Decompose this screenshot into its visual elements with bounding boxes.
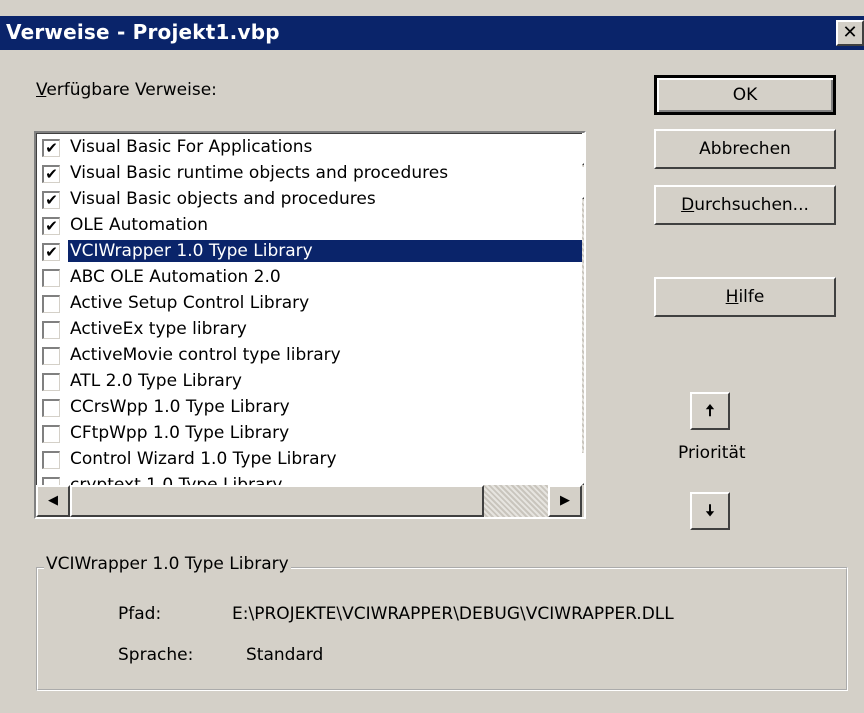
references-listbox[interactable]: ✔ Visual Basic For Applications ✔ Visual Ba… bbox=[34, 131, 586, 519]
help-button[interactable]: Hilfe bbox=[654, 277, 836, 317]
triangle-right-icon: ▶ bbox=[560, 493, 570, 508]
close-button[interactable]: ✕ bbox=[836, 20, 864, 46]
reference-item-label: Active Setup Control Library bbox=[70, 293, 310, 313]
vertical-scroll-thumb[interactable] bbox=[582, 167, 584, 199]
scroll-down-button[interactable]: ▼ bbox=[582, 453, 584, 485]
reference-item[interactable]: ✔ Visual Basic objects and procedures bbox=[40, 187, 580, 213]
title-bar[interactable]: Verweise - Projekt1.vbp ✕ bbox=[0, 16, 864, 50]
checkbox-checked[interactable]: ✔ bbox=[42, 243, 60, 261]
scroll-left-button[interactable]: ◀ bbox=[36, 485, 70, 517]
reference-item[interactable]: Active Setup Control Library bbox=[40, 291, 580, 317]
cancel-label: Abbrechen bbox=[699, 139, 791, 159]
reference-item-label: Visual Basic For Applications bbox=[70, 137, 313, 157]
references-dialog: Verweise - Projekt1.vbp ✕ Verfügbare Ver… bbox=[0, 0, 864, 713]
checkbox-unchecked[interactable] bbox=[42, 373, 60, 391]
reference-item-label: ActiveMovie control type library bbox=[70, 345, 341, 365]
reference-item-label: CFtpWpp 1.0 Type Library bbox=[70, 423, 290, 443]
checkbox-unchecked[interactable] bbox=[42, 269, 60, 287]
checkbox-checked[interactable]: ✔ bbox=[42, 191, 60, 209]
horizontal-scrollbar[interactable]: ◀ ▶ bbox=[36, 485, 582, 517]
reference-item-label: VCIWrapper 1.0 Type Library bbox=[67, 239, 583, 263]
reference-item[interactable]: ✔ Visual Basic runtime objects and proced… bbox=[40, 161, 580, 187]
horizontal-scroll-thumb[interactable] bbox=[70, 485, 484, 517]
ok-label: OK bbox=[732, 85, 758, 105]
reference-item[interactable]: CCrsWpp 1.0 Type Library bbox=[40, 395, 580, 421]
available-references-label: Verfügbare Verweise: bbox=[36, 80, 217, 100]
reference-item[interactable]: ABC OLE Automation 2.0 bbox=[40, 265, 580, 291]
reference-item-label: Control Wizard 1.0 Type Library bbox=[70, 449, 337, 469]
vertical-scrollbar[interactable]: ▲ ▼ bbox=[582, 133, 584, 485]
checkbox-unchecked[interactable] bbox=[42, 321, 60, 339]
reference-item[interactable]: ✔ Visual Basic For Applications bbox=[40, 135, 580, 161]
reference-details-title: VCIWrapper 1.0 Type Library bbox=[44, 554, 291, 574]
reference-item[interactable]: ATL 2.0 Type Library bbox=[40, 369, 580, 395]
scrollbar-corner bbox=[582, 485, 584, 517]
reference-item[interactable]: ActiveMovie control type library bbox=[40, 343, 580, 369]
window-title: Verweise - Projekt1.vbp bbox=[6, 20, 280, 44]
priority-label: Priorität bbox=[678, 443, 746, 463]
triangle-left-icon: ◀ bbox=[48, 493, 58, 508]
priority-up-button[interactable]: 🠅 bbox=[690, 392, 730, 430]
path-label: Pfad: bbox=[118, 604, 162, 624]
checkbox-unchecked[interactable] bbox=[42, 451, 60, 469]
reference-item-label: ATL 2.0 Type Library bbox=[70, 371, 242, 391]
priority-down-button[interactable]: 🠇 bbox=[690, 492, 730, 530]
checkbox-checked[interactable]: ✔ bbox=[42, 217, 60, 235]
ok-button[interactable]: OK bbox=[654, 75, 836, 115]
checkbox-unchecked[interactable] bbox=[42, 425, 60, 443]
reference-item-label: OLE Automation bbox=[70, 215, 209, 235]
checkbox-checked[interactable]: ✔ bbox=[42, 139, 60, 157]
scroll-up-button[interactable]: ▲ bbox=[582, 133, 584, 165]
reference-details-group bbox=[36, 567, 848, 691]
reference-item-label: Visual Basic runtime objects and procedu… bbox=[70, 163, 449, 183]
cancel-button[interactable]: Abbrechen bbox=[654, 129, 836, 169]
reference-item-label: Visual Basic objects and procedures bbox=[70, 189, 376, 209]
arrow-down-icon: 🠇 bbox=[705, 501, 715, 520]
reference-item[interactable]: ActiveEx type library bbox=[40, 317, 580, 343]
reference-item-label: CCrsWpp 1.0 Type Library bbox=[70, 397, 290, 417]
reference-item[interactable]: CFtpWpp 1.0 Type Library bbox=[40, 421, 580, 447]
close-icon: ✕ bbox=[842, 22, 858, 43]
scroll-right-button[interactable]: ▶ bbox=[548, 485, 582, 517]
reference-item[interactable]: ✔ VCIWrapper 1.0 Type Library bbox=[40, 239, 583, 265]
reference-item-label: ABC OLE Automation 2.0 bbox=[70, 267, 281, 287]
checkbox-checked[interactable]: ✔ bbox=[42, 165, 60, 183]
reference-item-label: ActiveEx type library bbox=[70, 319, 247, 339]
browse-button[interactable]: Durchsuchen... bbox=[654, 185, 836, 225]
checkbox-unchecked[interactable] bbox=[42, 295, 60, 313]
checkbox-unchecked[interactable] bbox=[42, 399, 60, 417]
references-list: ✔ Visual Basic For Applications ✔ Visual Ba… bbox=[40, 135, 583, 499]
reference-item[interactable]: ✔ OLE Automation bbox=[40, 213, 580, 239]
language-value: Standard bbox=[246, 645, 324, 665]
arrow-up-icon: 🠅 bbox=[705, 401, 715, 420]
path-value: E:\PROJEKTE\VCIWRAPPER\DEBUG\VCIWRAPPER.… bbox=[232, 604, 674, 624]
reference-item[interactable]: Control Wizard 1.0 Type Library bbox=[40, 447, 580, 473]
language-label: Sprache: bbox=[118, 645, 194, 665]
checkbox-unchecked[interactable] bbox=[42, 347, 60, 365]
